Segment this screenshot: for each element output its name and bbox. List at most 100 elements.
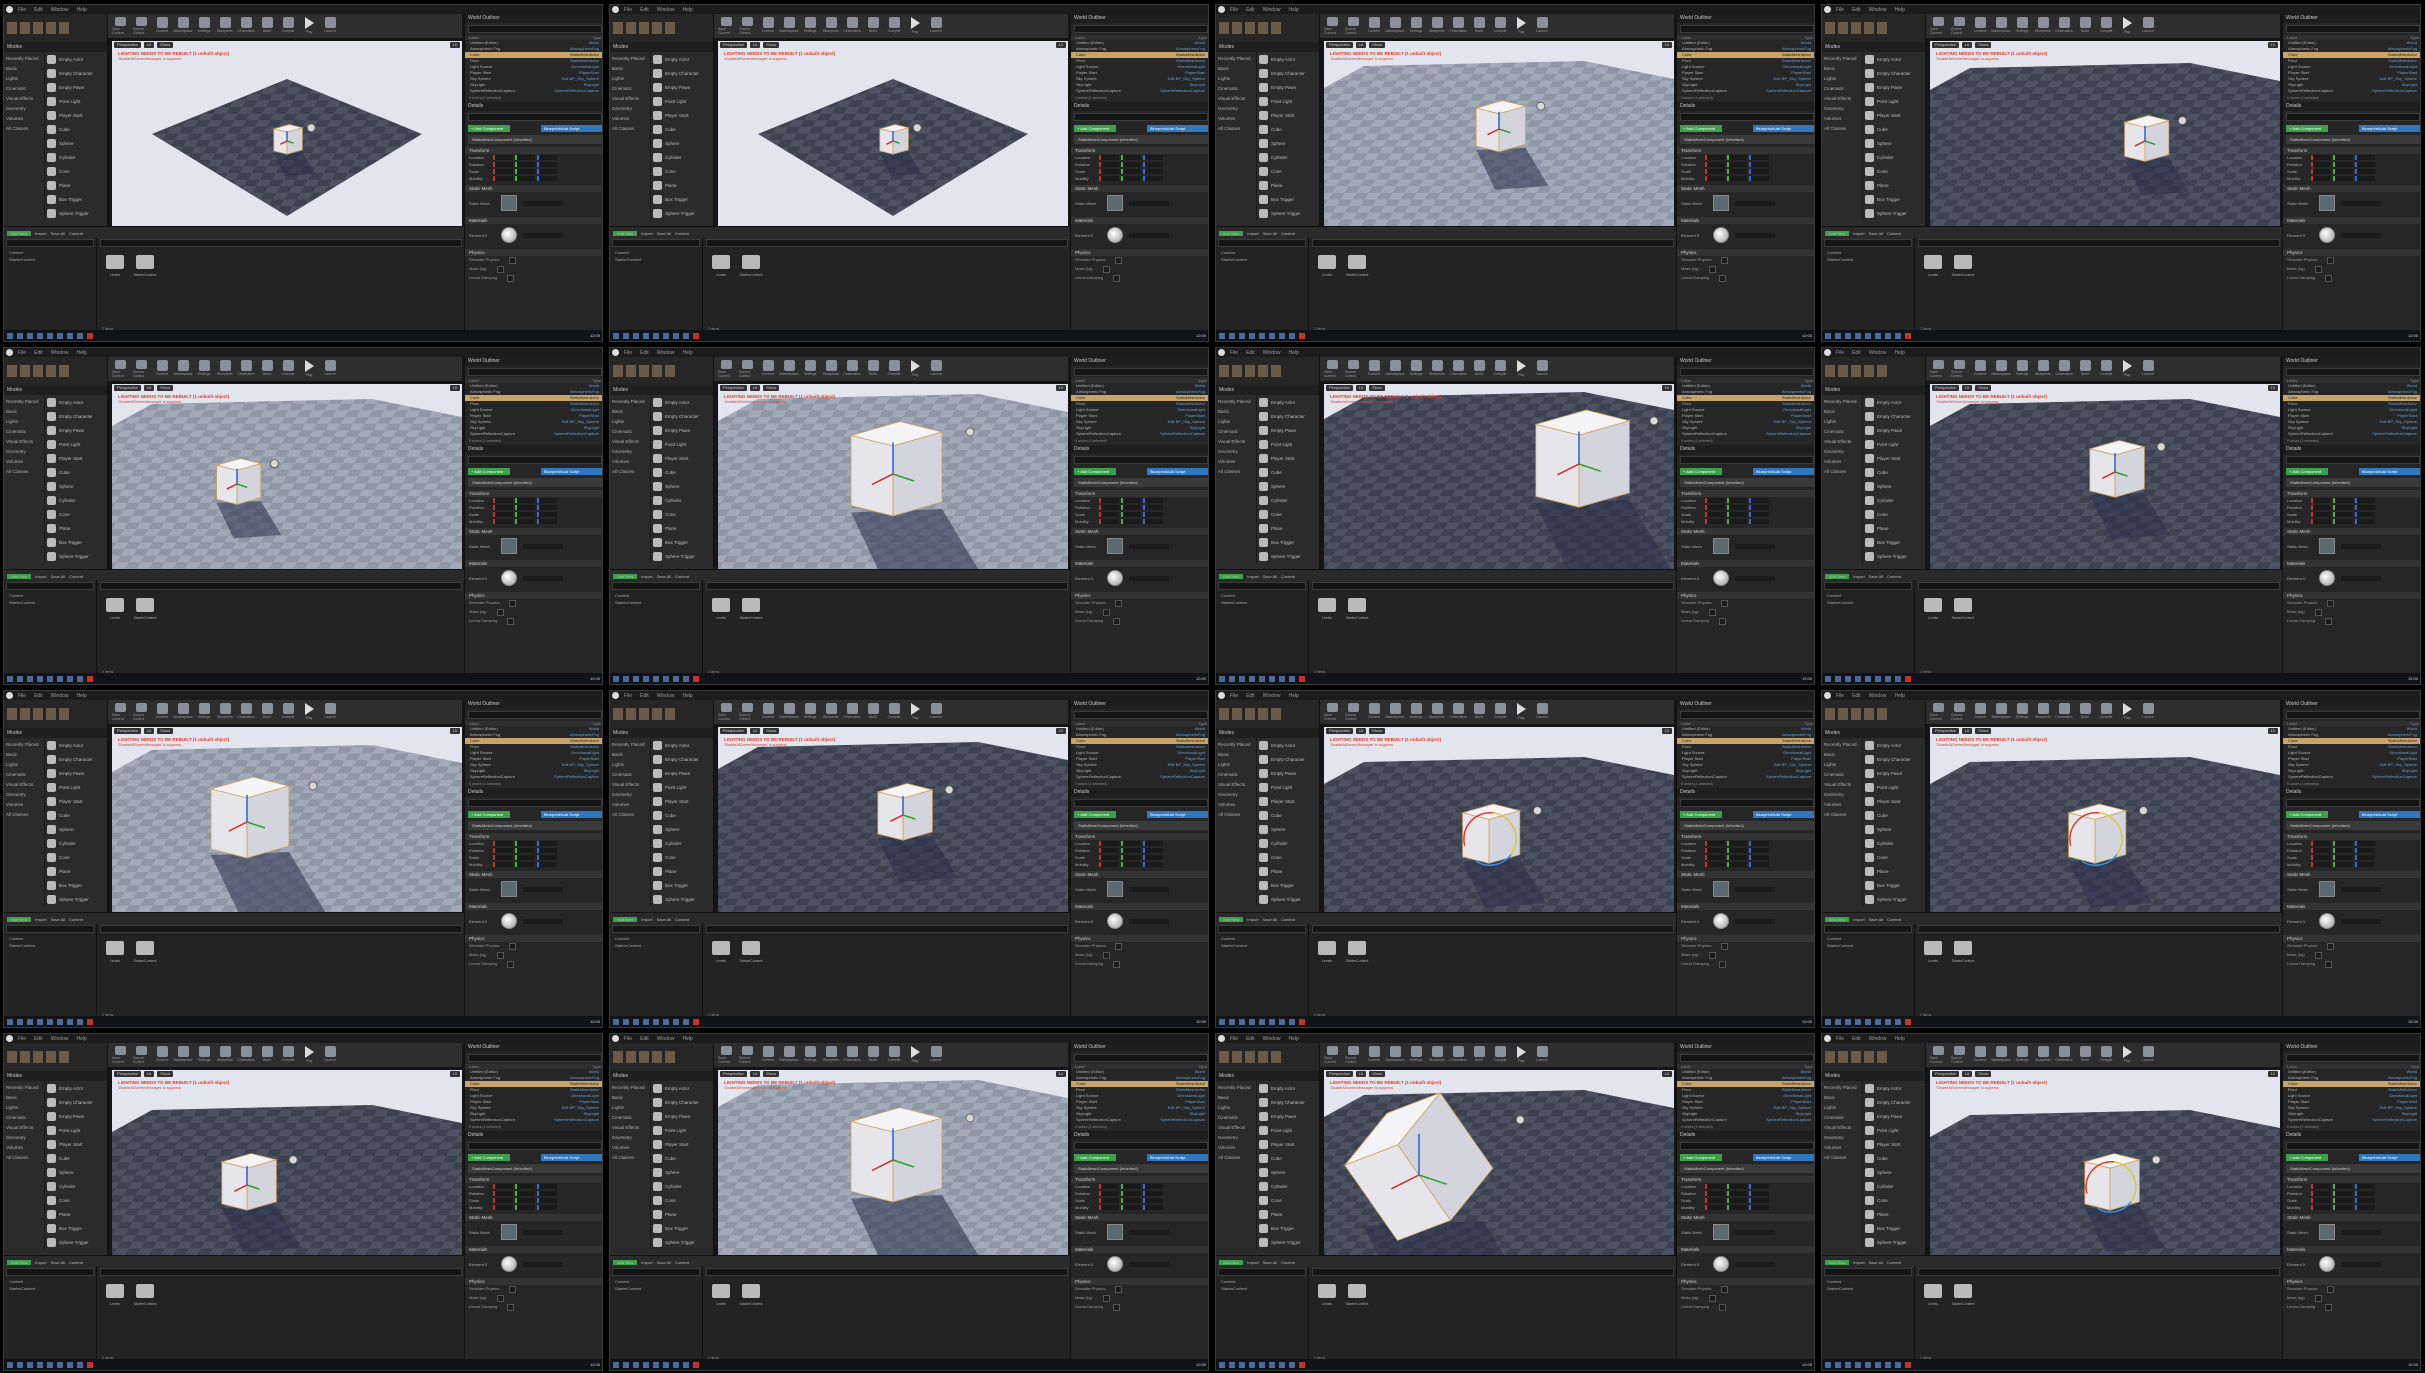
physics-checkbox[interactable] — [1721, 600, 1729, 607]
place-category[interactable]: Recently Placed — [1822, 1083, 1862, 1093]
outliner-search[interactable] — [1074, 368, 1208, 376]
place-item[interactable]: Sphere — [651, 479, 713, 493]
transform-x-field[interactable] — [1705, 162, 1725, 167]
taskbar-app-icon[interactable] — [673, 332, 679, 339]
taskbar-app-icon[interactable] — [663, 1018, 669, 1025]
transform-z-field[interactable] — [537, 848, 557, 853]
folder-item[interactable]: StarterContent — [1952, 598, 1974, 620]
materials-section[interactable]: Materials — [465, 560, 602, 567]
transform-y-field[interactable] — [515, 162, 535, 167]
mode-icon[interactable] — [1838, 22, 1848, 34]
transform-x-field[interactable] — [1705, 1205, 1725, 1210]
mesh-dropdown[interactable] — [523, 886, 563, 892]
viewport-menu-button[interactable]: Show — [157, 385, 174, 391]
menu-item[interactable]: File — [18, 693, 26, 699]
static-mesh-section[interactable]: Static Mesh — [2283, 528, 2420, 535]
place-category[interactable]: All Classes — [1822, 1153, 1862, 1163]
place-category[interactable]: Volumes — [1822, 114, 1862, 124]
place-category[interactable]: Lights — [610, 74, 650, 84]
physics-checkbox[interactable] — [507, 961, 515, 968]
toolbar-button[interactable]: Launch — [322, 703, 338, 721]
place-category[interactable]: Basic — [4, 407, 44, 417]
toolbar-button[interactable]: Content — [1366, 1046, 1382, 1064]
material-thumbnail[interactable] — [1713, 1256, 1729, 1272]
mode-icon[interactable] — [33, 708, 43, 720]
transform-x-field[interactable] — [2311, 162, 2331, 167]
physics-checkbox[interactable] — [496, 609, 504, 616]
add-component-button[interactable]: + Add Component — [1074, 468, 1116, 475]
asset-search[interactable] — [1918, 925, 2280, 933]
physics-checkbox[interactable] — [1102, 1295, 1110, 1302]
mesh-thumbnail[interactable] — [1713, 1224, 1729, 1240]
mode-icon[interactable] — [626, 708, 636, 720]
mode-icon[interactable] — [1877, 22, 1887, 34]
asset-search[interactable] — [706, 1268, 1068, 1276]
transform-z-field[interactable] — [537, 162, 557, 167]
place-category[interactable]: Lights — [610, 417, 650, 427]
toolbar-button[interactable]: Save Current — [1324, 1046, 1340, 1064]
folder-search[interactable] — [612, 239, 700, 247]
physics-checkbox[interactable] — [1719, 275, 1727, 282]
outliner-search[interactable] — [1680, 711, 1814, 719]
place-item[interactable]: Point Light — [651, 780, 713, 794]
toolbar-button[interactable]: Blueprints — [823, 17, 839, 35]
transform-y-field[interactable] — [2333, 519, 2353, 524]
toolbar-button[interactable]: Launch — [2140, 360, 2156, 378]
place-item[interactable]: Empty Pawn — [651, 80, 713, 94]
materials-section[interactable]: Materials — [465, 217, 602, 224]
physics-checkbox[interactable] — [507, 275, 515, 282]
toolbar-button[interactable]: Compile — [2098, 17, 2114, 35]
save-all-button[interactable]: Save All — [51, 231, 65, 236]
transform-x-field[interactable] — [1705, 505, 1725, 510]
place-category[interactable]: Cinematic — [610, 84, 650, 94]
transform-z-field[interactable] — [1749, 1184, 1769, 1189]
place-category[interactable]: Cinematic — [1822, 84, 1862, 94]
place-category[interactable]: Basic — [1216, 1093, 1256, 1103]
taskbar-app-icon[interactable] — [1835, 332, 1841, 339]
menu-item[interactable]: Edit — [640, 350, 649, 356]
place-item[interactable]: Empty Actor — [45, 1081, 107, 1095]
taskbar-app-icon[interactable] — [7, 1018, 13, 1025]
place-item[interactable]: Empty Actor — [1863, 395, 1925, 409]
physics-checkbox[interactable] — [1719, 618, 1727, 625]
place-item[interactable]: Empty Pawn — [1257, 1109, 1319, 1123]
place-item[interactable]: Cube — [651, 465, 713, 479]
transform-z-field[interactable] — [1749, 1205, 1769, 1210]
toolbar-button[interactable]: Launch — [322, 17, 338, 35]
place-item[interactable]: Sphere Trigger — [1863, 549, 1925, 563]
transform-z-field[interactable] — [537, 855, 557, 860]
viewport-menu-button[interactable]: Show — [1369, 728, 1386, 734]
place-item[interactable]: Empty Character — [1257, 66, 1319, 80]
transform-x-field[interactable] — [1099, 1198, 1119, 1203]
toolbar-button[interactable]: Marketplace — [173, 703, 193, 721]
menu-item[interactable]: Edit — [1852, 7, 1861, 13]
taskbar-app-icon[interactable] — [623, 1018, 629, 1025]
place-category[interactable]: Lights — [610, 760, 650, 770]
transform-y-field[interactable] — [2333, 512, 2353, 517]
toolbar-button[interactable]: Save Current — [718, 703, 734, 721]
place-category[interactable]: Visual Effects — [1216, 780, 1256, 790]
place-item[interactable]: Empty Character — [45, 752, 107, 766]
viewport-menu-button[interactable]: Show — [1975, 728, 1992, 734]
toolbar-button[interactable]: Marketplace — [1991, 17, 2011, 35]
mode-icon[interactable] — [613, 365, 623, 377]
viewport-menu-button[interactable]: Lit — [1961, 1071, 1973, 1077]
folder-search[interactable] — [1824, 239, 1912, 247]
place-item[interactable]: Plane — [651, 864, 713, 878]
viewport-menu-button[interactable]: Lit — [749, 385, 761, 391]
place-item[interactable]: Plane — [45, 521, 107, 535]
mesh-dropdown[interactable] — [1735, 886, 1775, 892]
taskbar-app-icon[interactable] — [1299, 675, 1305, 682]
place-item[interactable]: Plane — [1863, 178, 1925, 192]
place-category[interactable]: Geometry — [1822, 1133, 1862, 1143]
toolbar-button[interactable]: Compile — [2098, 703, 2114, 721]
place-category[interactable]: All Classes — [1216, 810, 1256, 820]
viewport-menu-button[interactable]: Lit — [749, 728, 761, 734]
folder-item[interactable]: StarterContent — [740, 941, 762, 963]
transform-x-field[interactable] — [2311, 862, 2331, 867]
folder-item[interactable]: Levels — [1922, 598, 1944, 620]
transform-z-field[interactable] — [1143, 1191, 1163, 1196]
physics-section[interactable]: Physics — [1071, 249, 1208, 256]
transform-y-field[interactable] — [2333, 855, 2353, 860]
menu-item[interactable]: File — [1230, 7, 1238, 13]
